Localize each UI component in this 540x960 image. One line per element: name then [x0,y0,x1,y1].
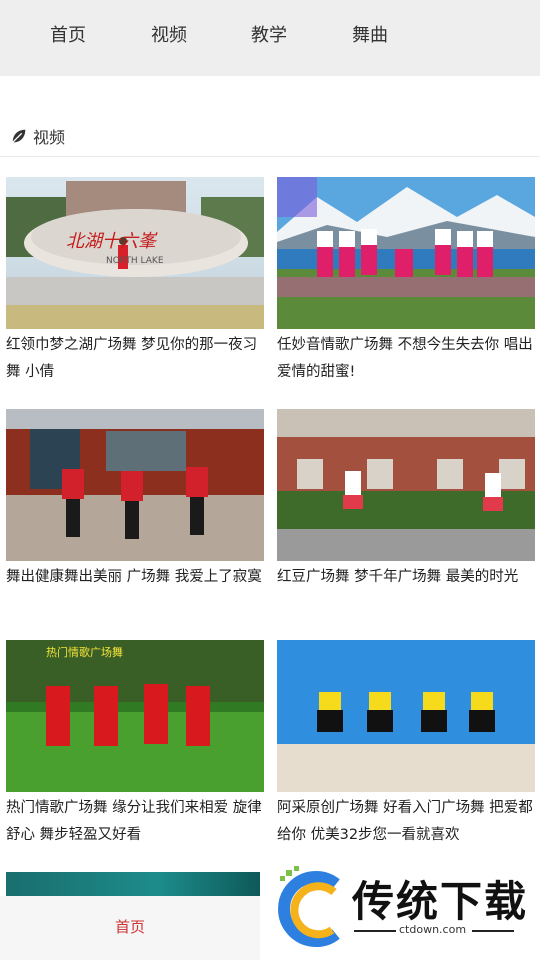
video-thumbnail-partial[interactable] [6,872,260,896]
section-title: 视频 [33,128,66,147]
thumb-sign-text: 北湖十六峯 [66,231,158,252]
video-card[interactable]: 阿采原创广场舞 好看入门广场舞 把爱都给你 优美32步您一看就喜欢 [277,640,535,849]
video-card[interactable]: 北湖十六峯 NORTH LAKE 红领巾梦之湖广场舞 梦见你的那一夜习舞 小倩 [6,177,264,386]
thumb-sign-text: 热门情歌广场舞 [46,645,123,659]
video-card[interactable]: 舞出健康舞出美丽 广场舞 我爱上了寂寞 [6,409,264,618]
video-title[interactable]: 阿采原创广场舞 好看入门广场舞 把爱都给你 优美32步您一看就喜欢 [277,795,535,849]
video-title[interactable]: 舞出健康舞出美丽 广场舞 我爱上了寂寞 [6,564,264,618]
watermark-line-right [472,930,514,932]
tab-home[interactable]: 首页 [50,24,86,48]
video-title[interactable]: 红豆广场舞 梦千年广场舞 最美的时光 [277,564,535,618]
video-title[interactable]: 红领巾梦之湖广场舞 梦见你的那一夜习舞 小倩 [6,332,264,386]
video-card[interactable]: 红豆广场舞 梦千年广场舞 最美的时光 [277,409,535,618]
video-card[interactable]: 任妙音情歌广场舞 不想今生失去你 唱出爱情的甜蜜! [277,177,535,386]
video-title[interactable]: 任妙音情歌广场舞 不想今生失去你 唱出爱情的甜蜜! [277,332,535,386]
thumb-sign-small: NORTH LAKE [106,256,164,266]
section-header: 视频 [10,124,65,148]
tab-music[interactable]: 舞曲 [352,24,388,48]
watermark-text: 传统下载 [352,877,529,926]
watermark-line-left [354,930,396,932]
video-thumbnail[interactable] [277,640,535,792]
tab-video[interactable]: 视频 [151,24,187,48]
video-thumbnail[interactable] [6,409,264,561]
watermark: 传统下载 ctdown.com [262,860,540,960]
tab-teaching[interactable]: 教学 [251,24,287,48]
bottom-nav-home[interactable]: 首页 [0,916,260,937]
watermark-url: ctdown.com [399,923,467,936]
bottom-nav: 首页 [0,896,260,960]
video-card[interactable]: 热门情歌广场舞 热门情歌广场舞 缘分让我们来相爱 旋律舒心 舞步轻盈又好看 [6,640,264,849]
section-divider [0,156,540,157]
video-thumbnail[interactable]: 北湖十六峯 NORTH LAKE [6,177,264,329]
video-thumbnail[interactable] [277,409,535,561]
top-nav: 首页 视频 教学 舞曲 [0,0,540,76]
watermark-logo-icon [278,866,340,947]
leaf-icon [12,129,26,143]
video-thumbnail[interactable] [277,177,535,329]
video-thumbnail[interactable]: 热门情歌广场舞 [6,640,264,792]
video-title[interactable]: 热门情歌广场舞 缘分让我们来相爱 旋律舒心 舞步轻盈又好看 [6,795,264,849]
